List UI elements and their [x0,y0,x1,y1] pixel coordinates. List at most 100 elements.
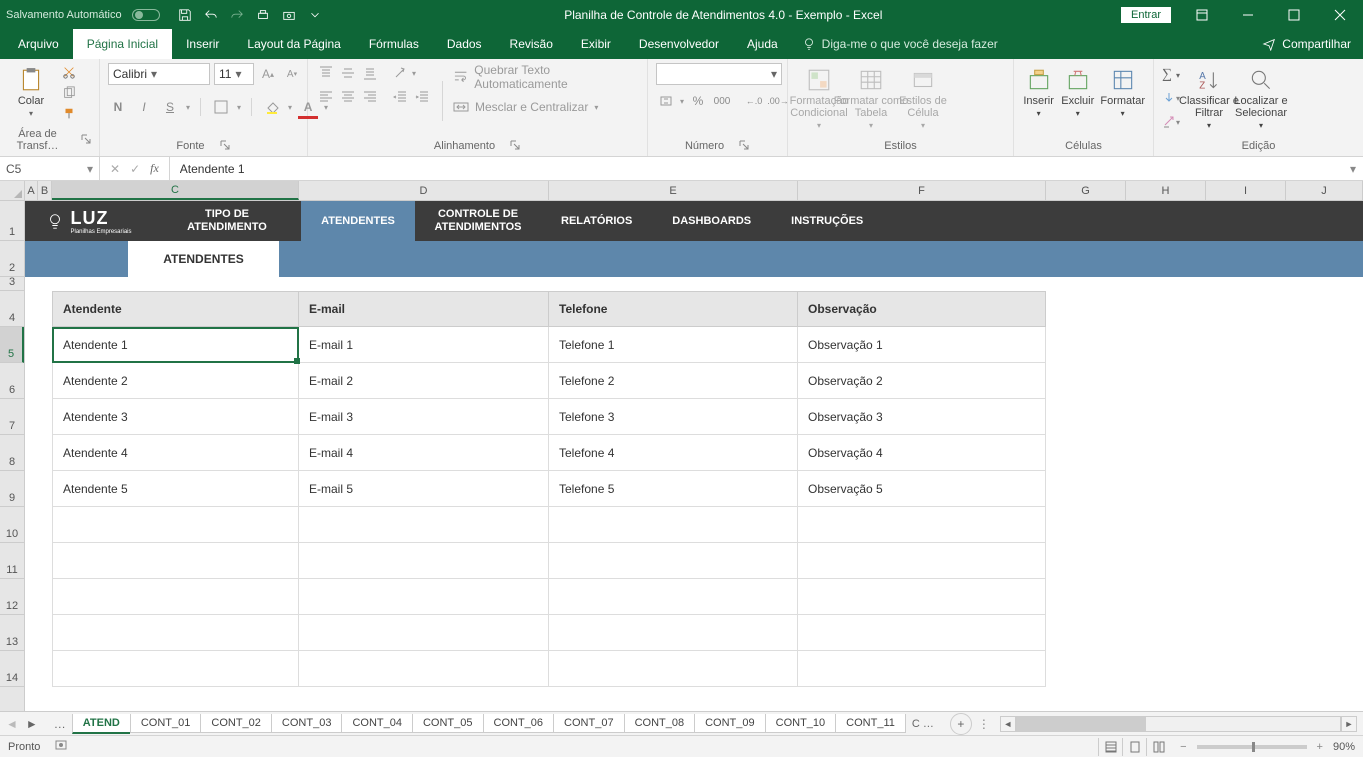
sheet-tab-atend[interactable]: ATEND [72,714,130,734]
cell-styles-button[interactable]: Estilos de Célula▾ [900,63,946,130]
decrease-indent-icon[interactable] [390,87,410,107]
hscroll-thumb[interactable] [1017,717,1146,731]
align-right-icon[interactable] [360,87,380,107]
col-header-i[interactable]: I [1206,181,1286,200]
tab-ajuda[interactable]: Ajuda [733,29,792,59]
sheet-tab[interactable]: CONT_01 [130,714,201,733]
row-header-2[interactable]: 2 [0,241,24,277]
fill-color-icon[interactable] [262,97,282,117]
table-cell[interactable] [549,651,798,687]
clear-button[interactable]: ▾ [1162,113,1180,131]
row-header-3[interactable]: 3 [0,277,24,291]
row-header-12[interactable]: 12 [0,579,24,615]
table-cell[interactable]: E-mail 3 [299,399,549,435]
row-header-7[interactable]: 7 [0,399,24,435]
table-cell[interactable] [798,543,1046,579]
select-all-corner[interactable] [0,181,25,200]
table-cell[interactable] [549,507,798,543]
table-cell[interactable] [549,615,798,651]
table-cell[interactable]: Atendente 5 [52,471,299,507]
nav-atendentes[interactable]: ATENDENTES [301,201,415,241]
fill-button[interactable]: ▾ [1162,89,1180,107]
table-cell[interactable]: Observação 1 [798,327,1046,363]
table-cell[interactable] [798,507,1046,543]
col-header-h[interactable]: H [1126,181,1206,200]
zoom-slider[interactable] [1197,745,1307,749]
align-bottom-icon[interactable] [360,63,380,83]
normal-view-icon[interactable] [1098,738,1122,756]
zoom-in-button[interactable]: + [1317,741,1323,753]
orientation-icon[interactable] [390,63,410,83]
table-cell[interactable]: E-mail 4 [299,435,549,471]
number-dialog-launcher[interactable] [738,140,750,152]
table-cell[interactable] [549,543,798,579]
col-header-f[interactable]: F [798,181,1046,200]
paste-button[interactable]: Colar ▾ [8,63,54,118]
sheet-tab[interactable]: CONT_07 [553,714,624,733]
align-center-icon[interactable] [338,87,358,107]
col-header-e[interactable]: E [549,181,798,200]
col-header-a[interactable]: A [25,181,38,200]
table-cell[interactable] [798,615,1046,651]
decrease-font-icon[interactable]: A▾ [282,64,302,84]
worksheet-grid[interactable]: 1 2 3 4 5 6 7 8 9 10 11 12 13 14 LUZPlan… [0,201,1363,711]
table-cell[interactable] [52,579,299,615]
percent-format-icon[interactable]: % [688,91,708,111]
quickprint-icon[interactable] [252,4,274,26]
th-atendente[interactable]: Atendente [52,291,299,327]
col-header-j[interactable]: J [1286,181,1363,200]
table-cell[interactable]: Atendente 3 [52,399,299,435]
tab-dados[interactable]: Dados [433,29,496,59]
expand-formula-bar-icon[interactable]: ▾ [1343,162,1363,176]
row-header-1[interactable]: 1 [0,201,24,241]
copy-icon[interactable] [60,84,78,102]
table-cell[interactable]: Atendente 4 [52,435,299,471]
table-cell[interactable] [549,579,798,615]
sheet-tab[interactable]: CONT_09 [694,714,765,733]
row-header-11[interactable]: 11 [0,543,24,579]
sheet-tab[interactable]: CONT_05 [412,714,483,733]
table-cell[interactable]: E-mail 5 [299,471,549,507]
table-cell[interactable]: Telefone 4 [549,435,798,471]
clipboard-dialog-launcher[interactable] [81,134,91,146]
tab-exibir[interactable]: Exibir [567,29,625,59]
sheet-tab[interactable]: CONT_08 [624,714,695,733]
table-cell[interactable]: E-mail 1 [299,327,549,363]
col-header-g[interactable]: G [1046,181,1126,200]
autosum-button[interactable]: ∑▾ [1162,67,1180,83]
table-cell[interactable]: Telefone 5 [549,471,798,507]
increase-indent-icon[interactable] [412,87,432,107]
row-header-9[interactable]: 9 [0,471,24,507]
border-icon[interactable] [211,97,231,117]
table-cell[interactable]: Telefone 1 [549,327,798,363]
merge-center-button[interactable]: Mesclar e Centralizar ▾ [453,99,639,115]
autosave-toggle[interactable] [132,9,160,21]
sheet-tab[interactable]: CONT_04 [341,714,412,733]
increase-font-icon[interactable]: A▴ [258,64,278,84]
sheet-tab[interactable]: CONT_11 [835,714,906,733]
row-header-6[interactable]: 6 [0,363,24,399]
page-break-view-icon[interactable] [1146,738,1170,756]
delete-cells-button[interactable]: Excluir▾ [1061,63,1094,118]
table-cell[interactable]: Telefone 3 [549,399,798,435]
col-header-c[interactable]: C [52,181,299,200]
sheet-nav-more-left[interactable]: … [48,717,72,731]
tell-me-search[interactable]: Diga-me o que você deseja fazer [802,29,998,59]
new-sheet-button[interactable]: + [950,713,972,735]
macro-record-icon[interactable] [54,738,68,755]
table-cell[interactable]: Observação 4 [798,435,1046,471]
row-header-10[interactable]: 10 [0,507,24,543]
zoom-out-button[interactable]: − [1180,741,1186,753]
sheet-tab[interactable]: CONT_10 [765,714,836,733]
insert-cells-button[interactable]: Inserir▾ [1022,63,1055,118]
increase-decimal-icon[interactable]: ←.0 [744,91,764,111]
hscroll-right-icon[interactable]: ► [1341,716,1357,732]
row-header-4[interactable]: 4 [0,291,24,327]
format-cells-button[interactable]: Formatar▾ [1100,63,1145,118]
table-cell[interactable]: Atendente 2 [52,363,299,399]
table-cell[interactable]: Observação 5 [798,471,1046,507]
format-painter-icon[interactable] [60,105,78,123]
ribbon-display-button[interactable] [1179,0,1225,29]
font-size-combo[interactable]: 11▾ [214,63,254,85]
table-cell[interactable]: Observação 3 [798,399,1046,435]
